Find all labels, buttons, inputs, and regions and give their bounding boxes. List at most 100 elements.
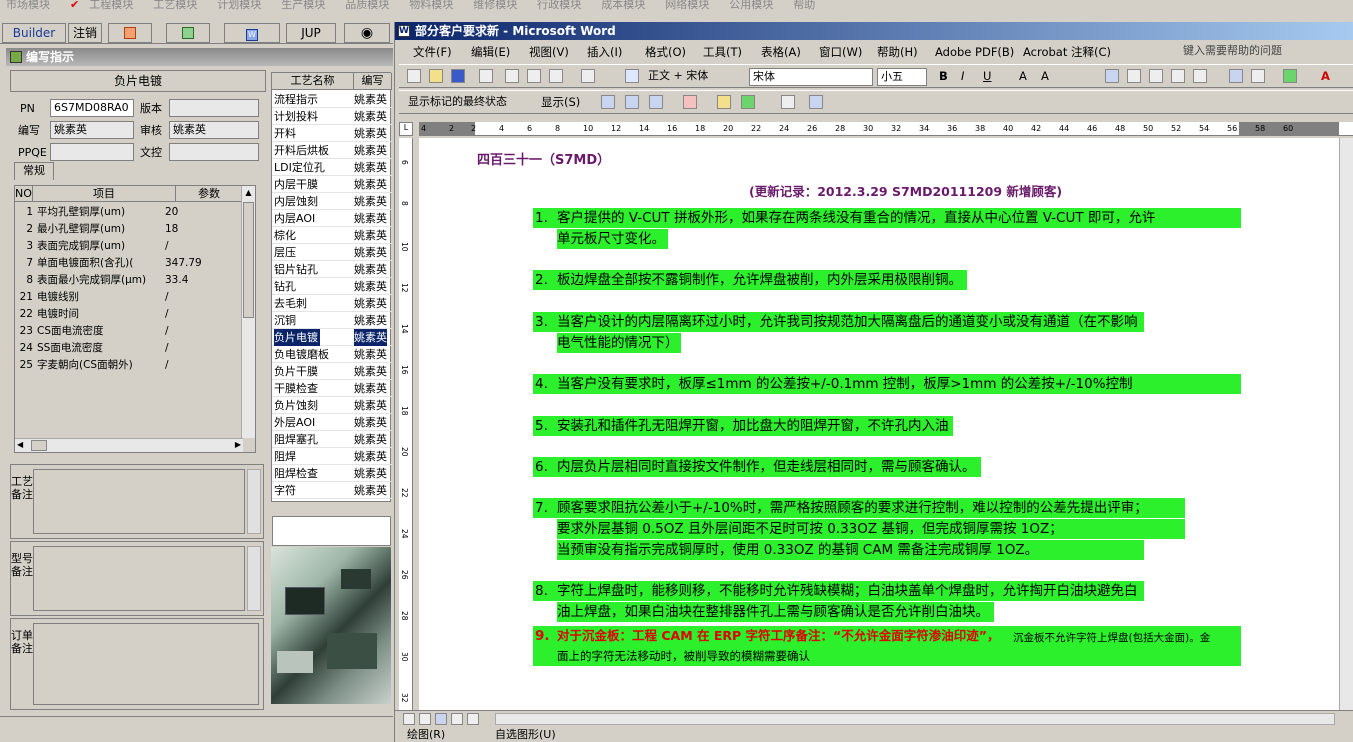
autoshape-menu[interactable]: 自选图形(U) — [495, 728, 556, 742]
prev-change-icon[interactable] — [601, 95, 615, 109]
menu-item-3[interactable]: 插入(I) — [587, 42, 622, 62]
cut-icon[interactable] — [505, 69, 519, 83]
size-select[interactable]: 小五 — [877, 68, 927, 86]
menu-item-10[interactable]: Acrobat 注释(C) — [1023, 42, 1111, 62]
process-row[interactable]: 计划投料 姚素英 — [272, 108, 392, 125]
process-row[interactable]: 层压 姚素英 — [272, 244, 392, 261]
model-memo-input[interactable] — [33, 546, 245, 611]
horizontal-scrollbar[interactable]: ◀ ▶ — [15, 438, 243, 452]
process-row[interactable]: 外层AOI 姚素英 — [272, 414, 392, 431]
module-0[interactable]: 市场模块 — [6, 0, 50, 11]
eye-icon[interactable]: ◉ — [344, 23, 390, 43]
process-row[interactable]: 负片电镀 姚素英 — [272, 329, 392, 346]
ppqe-field[interactable] — [50, 143, 134, 161]
print-view-icon[interactable] — [435, 713, 447, 725]
process-search-input[interactable] — [272, 516, 391, 546]
process-name-header[interactable]: 工艺名称 — [272, 73, 354, 90]
model-memo-scrollbar[interactable] — [247, 546, 261, 611]
col-no-header[interactable]: NO — [15, 186, 33, 202]
align-right-icon[interactable] — [1149, 69, 1163, 83]
format-painter-icon[interactable] — [581, 69, 595, 83]
normal-view-icon[interactable] — [403, 713, 415, 725]
line-spacing-icon[interactable] — [1193, 69, 1207, 83]
menu-item-7[interactable]: 窗口(W) — [819, 42, 862, 62]
word-export-button[interactable]: W — [224, 23, 280, 43]
next-change-icon[interactable] — [625, 95, 639, 109]
menu-item-1[interactable]: 编辑(E) — [471, 42, 510, 62]
numbered-list-icon[interactable] — [1229, 69, 1243, 83]
process-memo-input[interactable] — [33, 469, 245, 534]
author-field[interactable]: 姚素英 — [50, 121, 134, 139]
table-row[interactable]: 24 SS面电流密度 / — [15, 340, 243, 357]
help-search-input[interactable]: 键入需要帮助的问题 — [1183, 42, 1349, 60]
process-author-header[interactable]: 编写 — [354, 73, 392, 90]
process-row[interactable]: 负电镀磨板 姚素英 — [272, 346, 392, 363]
builder-button[interactable]: Builder — [2, 23, 66, 43]
tab-general[interactable]: 常规 — [14, 162, 54, 180]
font-select[interactable]: 宋体 — [749, 68, 873, 86]
vertical-scrollbar[interactable]: ▲ — [241, 186, 255, 438]
process-row[interactable]: 流程指示 姚素英 — [272, 91, 392, 108]
style-select[interactable]: 正文 + 宋体 — [645, 68, 741, 86]
paste-icon[interactable] — [549, 69, 563, 83]
scroll-thumb[interactable] — [243, 202, 254, 318]
process-row[interactable]: 开料后烘板 姚素英 — [272, 142, 392, 159]
menu-item-4[interactable]: 格式(O) — [645, 42, 686, 62]
version-field[interactable] — [169, 99, 259, 117]
module-1[interactable]: 工程模块 — [89, 0, 133, 11]
char-shading-button[interactable]: A — [1041, 68, 1049, 84]
table-row[interactable]: 8 表面最小完成铜厚(μm) 33.4 — [15, 272, 243, 289]
module-11[interactable]: 公用模块 — [729, 0, 773, 11]
module-2[interactable]: 工艺模块 — [153, 0, 197, 11]
menu-item-8[interactable]: 帮助(H) — [877, 42, 918, 62]
col-item-header[interactable]: 项目 — [33, 186, 176, 202]
save-icon[interactable] — [451, 69, 465, 83]
process-row[interactable]: 负片干膜 姚素英 — [272, 363, 392, 380]
excel-export-button[interactable] — [166, 23, 210, 43]
module-12[interactable]: 帮助 — [793, 0, 815, 11]
process-row[interactable]: 内层AOI 姚素英 — [272, 210, 392, 227]
highlight-icon[interactable] — [1283, 69, 1297, 83]
process-row[interactable]: 阻焊 姚素英 — [272, 448, 392, 465]
jup-button[interactable]: JUP — [286, 23, 336, 43]
reject-change-icon[interactable] — [683, 95, 697, 109]
table-row[interactable]: 23 CS面电流密度 / — [15, 323, 243, 340]
review-mode-select[interactable]: 显示标记的最终状态 — [405, 94, 533, 112]
module-7[interactable]: 维修模块 — [473, 0, 517, 11]
comment-icon[interactable] — [717, 95, 731, 109]
horizontal-scrollbar[interactable] — [495, 713, 1335, 725]
scroll-right-icon[interactable]: ▶ — [235, 440, 241, 449]
pn-field[interactable]: 6S7MD08RA0 — [50, 99, 134, 117]
spelling-icon[interactable] — [741, 95, 755, 109]
document-vertical-scrollbar[interactable] — [1339, 138, 1353, 710]
show-menu[interactable]: 显示(S) — [541, 94, 580, 110]
bullet-list-icon[interactable] — [1251, 69, 1265, 83]
table-row[interactable]: 2 最小孔壁铜厚(um) 18 — [15, 221, 243, 238]
draw-menu[interactable]: 绘图(R) — [407, 728, 445, 742]
process-row[interactable]: 字符 姚素英 — [272, 482, 392, 499]
reading-view-icon[interactable] — [467, 713, 479, 725]
menu-item-5[interactable]: 工具(T) — [703, 42, 742, 62]
process-row[interactable]: 阻焊塞孔 姚素英 — [272, 431, 392, 448]
module-5[interactable]: 品质模块 — [345, 0, 389, 11]
process-row[interactable]: 干膜检查 姚素英 — [272, 380, 392, 397]
table-row[interactable]: 22 电镀时间 / — [15, 306, 243, 323]
process-row[interactable]: 内层蚀刻 姚素英 — [272, 193, 392, 210]
order-memo-input[interactable] — [33, 623, 259, 705]
process-row[interactable]: 铝片钻孔 姚素英 — [272, 261, 392, 278]
tab-stop-icon[interactable]: L — [399, 122, 413, 136]
copy-icon[interactable] — [527, 69, 541, 83]
process-row[interactable]: 去毛刺 姚素英 — [272, 295, 392, 312]
process-row[interactable]: 钻孔 姚素英 — [272, 278, 392, 295]
process-row[interactable]: 棕化 姚素英 — [272, 227, 392, 244]
align-center-icon[interactable] — [1127, 69, 1141, 83]
process-row[interactable]: 开料 姚素英 — [272, 125, 392, 142]
module-9[interactable]: 成本模块 — [601, 0, 645, 11]
col-value-header[interactable]: 参数 — [176, 186, 243, 202]
horizontal-ruler[interactable]: 4 2 2 4 6 8 10 12 14 16 18 20 22 24 26 28 30 32 34 36 38 40 42… — [419, 122, 1353, 136]
web-view-icon[interactable] — [419, 713, 431, 725]
process-memo-scrollbar[interactable] — [247, 469, 261, 534]
distribute-icon[interactable] — [1171, 69, 1185, 83]
process-row[interactable]: 内层干膜 姚素英 — [272, 176, 392, 193]
module-6[interactable]: 物料模块 — [409, 0, 453, 11]
